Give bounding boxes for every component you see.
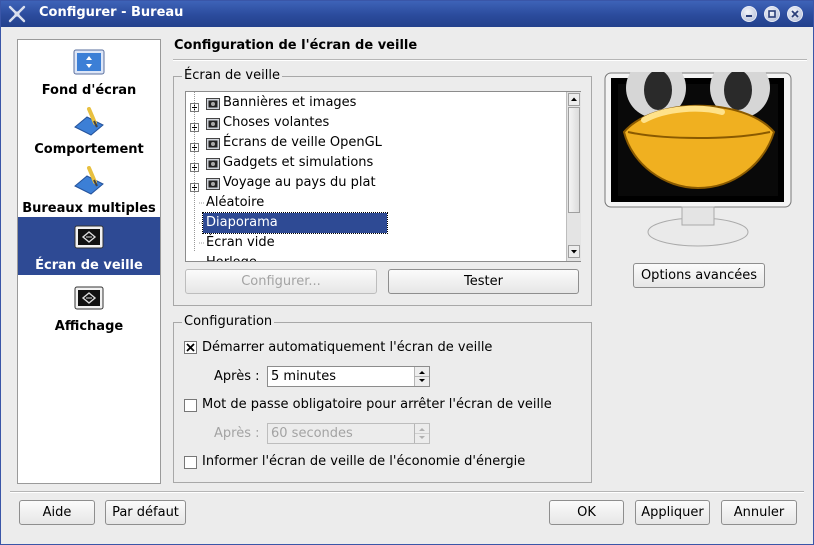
energy-checkbox[interactable] (184, 456, 197, 469)
tree-item-flying[interactable]: Choses volantes (186, 113, 580, 133)
screensaver-icon (73, 223, 105, 253)
tree-item-label: Choses volantes (223, 115, 330, 130)
after-label-disabled: Après : (214, 426, 260, 441)
energy-label[interactable]: Informer l'écran de veille de l'économie… (202, 454, 525, 469)
sidebar-item-label: Écran de veille (35, 258, 143, 273)
tree-item-random[interactable]: Aléatoire (186, 193, 580, 213)
screensaver-folder-icon (206, 117, 220, 130)
title-bar[interactable]: Configurer - Bureau (1, 1, 813, 27)
tree-lines (194, 92, 204, 252)
close-button[interactable] (787, 6, 803, 22)
tree-scrollbar[interactable] (566, 92, 581, 261)
window-title: Configurer - Bureau (39, 5, 184, 20)
advanced-options-button[interactable]: Options avancées (633, 263, 765, 288)
timeout-spinbox[interactable]: 5 minutes (267, 366, 430, 387)
timeout-value: 5 minutes (271, 369, 337, 384)
title-divider (173, 59, 807, 61)
sidebar-item-display[interactable]: Affichage (18, 280, 160, 338)
password-checkbox[interactable] (184, 399, 197, 412)
group-legend: Écran de veille (182, 68, 282, 83)
maximize-button[interactable] (764, 6, 780, 22)
cancel-button[interactable]: Annuler (721, 500, 797, 525)
screensaver-folder-icon (206, 177, 220, 190)
sidebar-item-desktops[interactable]: Bureaux multiples (18, 162, 160, 220)
footer-divider (10, 491, 804, 493)
test-button[interactable]: Tester (388, 269, 579, 294)
tree-item-label: Diaporama (202, 212, 388, 234)
screensaver-folder-icon (206, 157, 220, 170)
tree-item-clock[interactable]: Horloge (186, 253, 580, 261)
screensaver-folder-icon (206, 97, 220, 110)
after-label: Après : (214, 369, 260, 384)
auto-start-checkbox[interactable] (184, 341, 197, 354)
tree-item-label: Écrans de veille OpenGL (223, 135, 382, 150)
spin-buttons[interactable] (414, 424, 429, 443)
sidebar-item-wallpaper[interactable]: Fond d'écran (18, 44, 160, 102)
sidebar-item-label: Fond d'écran (41, 83, 137, 98)
screensaver-preview (604, 58, 792, 254)
kde-config-icon[interactable] (8, 5, 26, 23)
module-sidebar: Fond d'écran Comportement Bureaux multip… (17, 39, 161, 484)
password-delay-value: 60 secondes (271, 426, 353, 441)
display-icon (73, 284, 105, 314)
desktops-icon (73, 166, 105, 196)
config-window: Configurer - Bureau Fond d'écran Comport… (0, 0, 814, 545)
tree-item-slideshow[interactable]: Diaporama (186, 212, 580, 234)
wallpaper-icon (73, 48, 105, 78)
tree-item-label: Aléatoire (206, 195, 265, 210)
page-title: Configuration de l'écran de veille (174, 38, 418, 53)
tree-item-label: Gadgets et simulations (223, 155, 374, 170)
tree-item-label: Bannières et images (223, 95, 357, 110)
minimize-button[interactable] (741, 6, 757, 22)
group-legend: Configuration (182, 314, 275, 329)
defaults-button[interactable]: Par défaut (105, 500, 186, 525)
tree-item-gadgets[interactable]: Gadgets et simulations (186, 153, 580, 173)
scroll-up-button[interactable] (568, 93, 580, 106)
sidebar-item-screensaver[interactable]: Écran de veille (18, 217, 160, 275)
ok-button[interactable]: OK (549, 500, 624, 525)
tree-item-label: Écran vide (206, 235, 275, 250)
sidebar-item-label: Bureaux multiples (22, 201, 156, 216)
sidebar-item-label: Affichage (54, 319, 124, 334)
scroll-thumb[interactable] (568, 107, 580, 213)
tree-item-blank[interactable]: Écran vide (186, 233, 580, 253)
spin-buttons[interactable] (414, 367, 429, 386)
sidebar-item-behavior[interactable]: Comportement (18, 103, 160, 161)
auto-start-label[interactable]: Démarrer automatiquement l'écran de veil… (202, 340, 492, 355)
tree-item-opengl[interactable]: Écrans de veille OpenGL (186, 133, 580, 153)
configure-button[interactable]: Configurer... (185, 269, 377, 294)
sidebar-item-label: Comportement (34, 142, 144, 157)
tree-item-label: Voyage au pays du plat (223, 175, 376, 190)
password-label[interactable]: Mot de passe obligatoire pour arrêter l'… (202, 397, 552, 412)
apply-button[interactable]: Appliquer (635, 500, 710, 525)
help-button[interactable]: Aide (19, 500, 95, 525)
password-delay-spinbox[interactable]: 60 secondes (267, 423, 430, 444)
scroll-down-button[interactable] (568, 245, 580, 258)
screensaver-tree[interactable]: Bannières et images Choses volantes Écra… (185, 91, 581, 262)
tree-item-label: Horloge (206, 253, 257, 261)
tree-item-banners[interactable]: Bannières et images (186, 93, 580, 113)
tree-item-flatland[interactable]: Voyage au pays du plat (186, 173, 580, 193)
behavior-icon (73, 107, 105, 137)
screensaver-folder-icon (206, 137, 220, 150)
